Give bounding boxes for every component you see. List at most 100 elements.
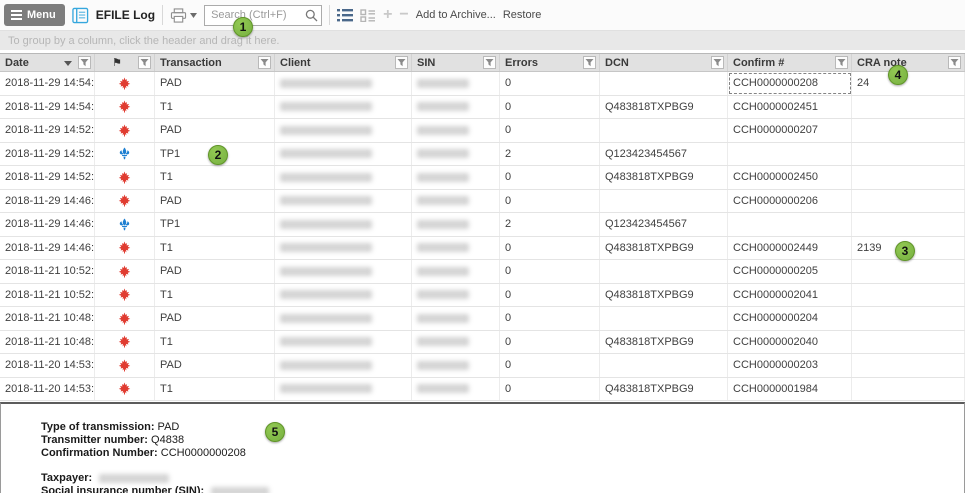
group-by-bar[interactable]: To group by a column, click the header a… [0, 30, 965, 50]
column-header-transaction[interactable]: Transaction [155, 54, 275, 71]
cell-sin [412, 72, 500, 95]
table-row[interactable]: 2018-11-29 14:46:07 TP1 2 Q123423454567 [0, 213, 965, 237]
redacted-client-name [280, 267, 372, 276]
table-body: 2018-11-29 14:54:01 PAD 0 CCH0000000208 … [0, 72, 965, 401]
transmitter-number-value: Q4838 [151, 434, 184, 446]
cell-client [275, 190, 412, 213]
cell-errors: 0 [500, 96, 600, 119]
cell-errors: 0 [500, 166, 600, 189]
card-view-button[interactable] [360, 9, 376, 22]
filter-funnel-icon[interactable] [483, 56, 496, 69]
transmission-detail-panel: Type of transmission: PAD Transmitter nu… [0, 402, 965, 493]
cell-confirm-number: CCH0000001984 [728, 378, 852, 401]
cell-client [275, 96, 412, 119]
cell-errors: 0 [500, 119, 600, 142]
cell-flag [95, 190, 155, 213]
filter-funnel-icon[interactable] [78, 56, 91, 69]
table-row[interactable]: 2018-11-21 10:52:20 T1 0 Q483818TXPBG9 C… [0, 284, 965, 308]
filter-funnel-icon[interactable] [948, 56, 961, 69]
table-row[interactable]: 2018-11-29 14:52:06 T1 0 Q483818TXPBG9 C… [0, 166, 965, 190]
remove-button[interactable]: − [399, 7, 408, 23]
canada-maple-leaf-icon [118, 335, 131, 348]
cell-transaction: TP1 [155, 213, 275, 236]
search-icon[interactable] [305, 9, 318, 22]
table-row[interactable]: 2018-11-21 10:52:21 PAD 0 CCH0000000205 [0, 260, 965, 284]
cell-date: 2018-11-29 14:54:01 [0, 72, 95, 95]
column-header-date[interactable]: Date [0, 54, 95, 71]
cell-flag [95, 96, 155, 119]
filter-funnel-icon[interactable] [583, 56, 596, 69]
column-header-confirm[interactable]: Confirm # [728, 54, 852, 71]
callout-badge-5: 5 [265, 422, 285, 442]
cell-errors: 0 [500, 378, 600, 401]
canada-maple-leaf-icon [118, 382, 131, 395]
cell-dcn [600, 190, 728, 213]
column-header-sin[interactable]: SIN [412, 54, 500, 71]
cell-dcn [600, 260, 728, 283]
cell-date: 2018-11-20 14:53:26 [0, 378, 95, 401]
table-row[interactable]: 2018-11-29 14:52:07 TP1 2 Q123423454567 [0, 143, 965, 167]
filter-funnel-icon[interactable] [395, 56, 408, 69]
cell-flag [95, 378, 155, 401]
table-row[interactable]: 2018-11-21 10:48:55 T1 0 Q483818TXPBG9 C… [0, 331, 965, 355]
redacted-client-name [280, 102, 372, 111]
canada-maple-leaf-icon [118, 265, 131, 278]
cell-flag [95, 119, 155, 142]
table-row[interactable]: 2018-11-29 14:54:00 T1 0 Q483818TXPBG9 C… [0, 96, 965, 120]
list-view-button[interactable] [337, 9, 353, 22]
table-row[interactable]: 2018-11-29 14:46:08 PAD 0 CCH0000000206 [0, 190, 965, 214]
cell-transaction: T1 [155, 331, 275, 354]
redacted-sin [417, 361, 469, 370]
quebec-fleur-de-lis-icon [118, 147, 131, 160]
cell-confirm-number [728, 143, 852, 166]
cell-flag [95, 72, 155, 95]
cell-dcn [600, 119, 728, 142]
cell-client [275, 237, 412, 260]
table-row[interactable]: 2018-11-29 14:52:08 PAD 0 CCH0000000207 [0, 119, 965, 143]
cell-flag [95, 143, 155, 166]
cell-sin [412, 260, 500, 283]
cell-sin [412, 284, 500, 307]
table-row[interactable]: 2018-11-29 14:54:01 PAD 0 CCH0000000208 … [0, 72, 965, 96]
filter-funnel-icon[interactable] [835, 56, 848, 69]
add-to-archive-button[interactable]: Add to Archive... [416, 9, 496, 21]
table-row[interactable]: 2018-11-20 14:53:26 PAD 0 CCH0000000203 [0, 354, 965, 378]
cell-cra-note [852, 284, 965, 307]
column-header-errors[interactable]: Errors [500, 54, 600, 71]
cell-confirm-number: CCH0000002449 [728, 237, 852, 260]
cell-errors: 0 [500, 331, 600, 354]
redacted-client-name [280, 126, 372, 135]
cell-client [275, 260, 412, 283]
cell-flag [95, 213, 155, 236]
table-row[interactable]: 2018-11-29 14:46:02 T1 0 Q483818TXPBG9 C… [0, 237, 965, 261]
filter-funnel-icon[interactable] [711, 56, 724, 69]
cell-cra-note [852, 213, 965, 236]
cell-sin [412, 331, 500, 354]
cell-dcn [600, 72, 728, 95]
flag-icon: ⚑ [112, 56, 122, 69]
sort-desc-icon [64, 61, 72, 66]
redacted-sin [417, 126, 469, 135]
table-row[interactable]: 2018-11-20 14:53:26 T1 0 Q483818TXPBG9 C… [0, 378, 965, 402]
cell-confirm-number: CCH0000002450 [728, 166, 852, 189]
column-header-dcn[interactable]: DCN [600, 54, 728, 71]
add-button[interactable]: + [383, 7, 392, 23]
cell-errors: 0 [500, 72, 600, 95]
column-header-cra-note[interactable]: CRA note [852, 54, 965, 71]
callout-badge-2: 2 [208, 145, 228, 165]
cell-date: 2018-11-21 10:48:55 [0, 331, 95, 354]
table-row[interactable]: 2018-11-21 10:48:57 PAD 0 CCH0000000204 [0, 307, 965, 331]
redacted-sin [417, 196, 469, 205]
filter-funnel-icon[interactable] [258, 56, 271, 69]
column-header-flag[interactable]: ⚑ [95, 54, 155, 71]
menu-button-label: Menu [27, 9, 56, 21]
menu-button[interactable]: Menu [4, 4, 65, 26]
cell-cra-note [852, 331, 965, 354]
cell-date: 2018-11-29 14:52:08 [0, 119, 95, 142]
column-header-client[interactable]: Client [275, 54, 412, 71]
cell-flag [95, 331, 155, 354]
filter-funnel-icon[interactable] [138, 56, 151, 69]
quebec-fleur-de-lis-icon [118, 218, 131, 231]
restore-button[interactable]: Restore [503, 9, 542, 21]
print-button[interactable] [170, 8, 197, 23]
